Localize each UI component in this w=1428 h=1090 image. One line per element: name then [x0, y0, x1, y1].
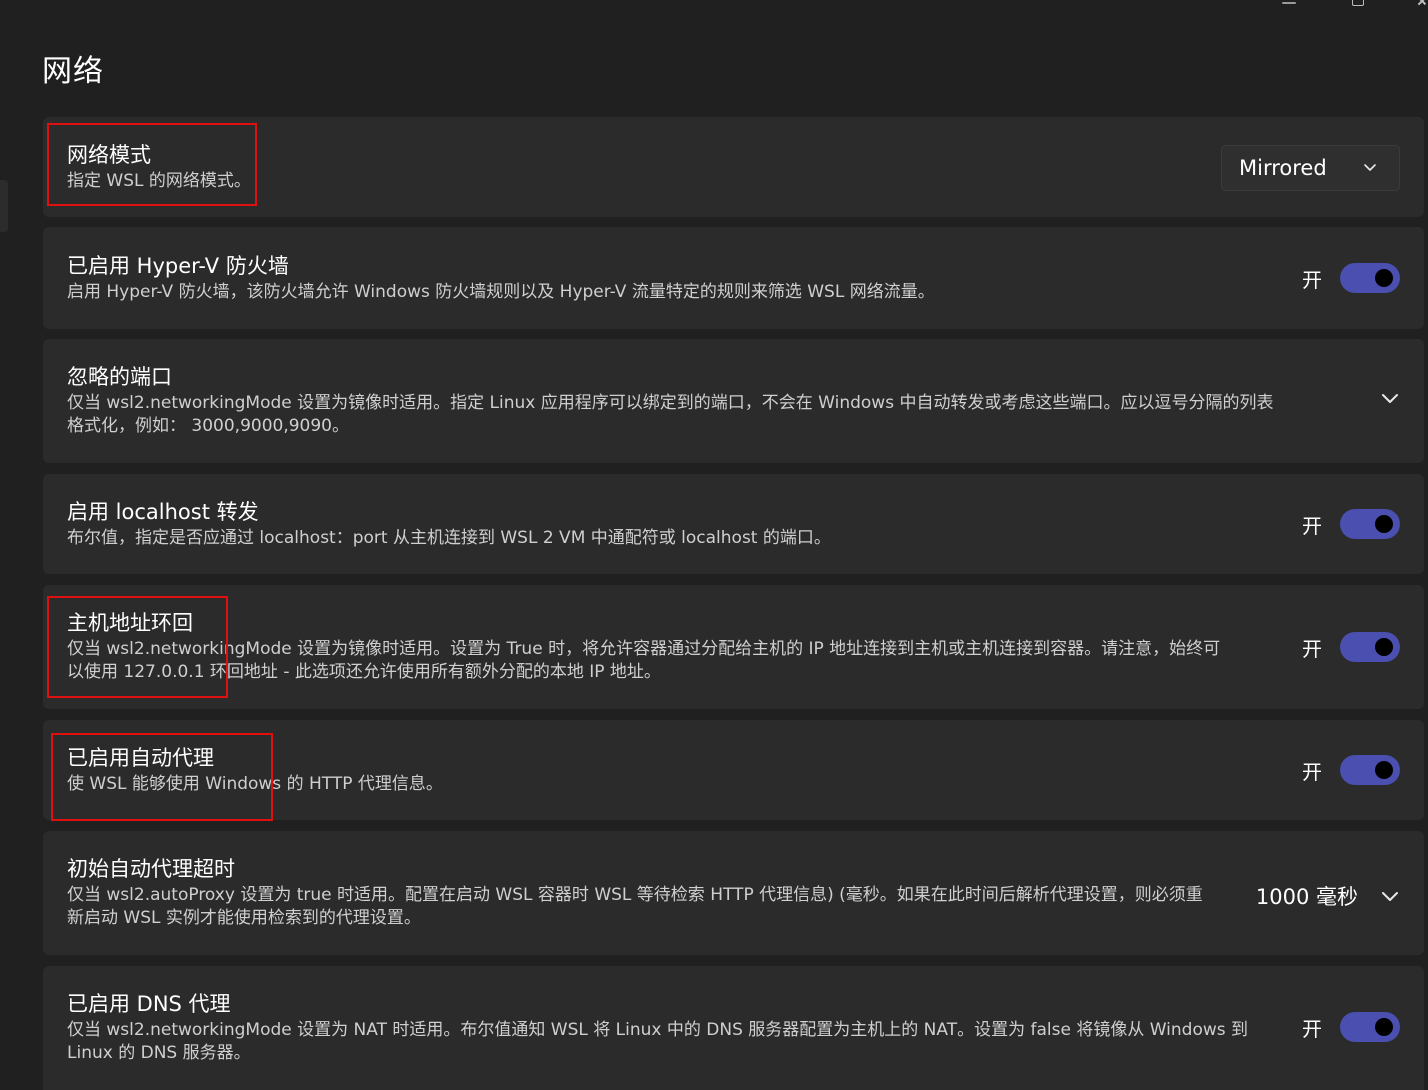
setting-localhost-forwarding: 启用 localhost 转发 布尔值，指定是否应通过 localhost：po…	[43, 474, 1424, 574]
localhost-forwarding-toggle[interactable]	[1340, 509, 1400, 539]
ignored-ports-expander[interactable]	[1380, 391, 1400, 405]
title-bar	[0, 0, 1428, 12]
toggle-control[interactable]: 开	[1302, 1012, 1400, 1042]
setting-description: 仅当 wsl2.autoProxy 设置为 true 时适用。配置在启动 WSL…	[67, 884, 1203, 930]
setting-host-address-loopback: 主机地址环回 仅当 wsl2.networkingMode 设置为镜像时适用。设…	[43, 585, 1424, 709]
host-loopback-toggle[interactable]	[1340, 632, 1400, 662]
toggle-control[interactable]: 开	[1302, 263, 1400, 293]
nav-scroll-indicator[interactable]	[0, 180, 8, 232]
setting-title: 启用 localhost 转发	[67, 499, 259, 524]
minimize-icon[interactable]	[1282, 2, 1296, 4]
setting-description: 启用 Hyper-V 防火墙，该防火墙允许 Windows 防火墙规则以及 Hy…	[67, 281, 935, 302]
setting-description: 布尔值，指定是否应通过 localhost：port 从主机连接到 WSL 2 …	[67, 527, 831, 548]
setting-description: 指定 WSL 的网络模式。	[67, 170, 251, 191]
toggle-state-label: 开	[1302, 759, 1322, 784]
close-icon[interactable]	[1416, 0, 1428, 8]
toggle-state-label: 开	[1302, 1016, 1322, 1041]
toggle-state-label: 开	[1302, 267, 1322, 292]
toggle-state-label: 开	[1302, 513, 1322, 538]
dropdown-value: Mirrored	[1239, 156, 1327, 180]
setting-ignored-ports[interactable]: 忽略的端口 仅当 wsl2.networkingMode 设置为镜像时适用。指定…	[43, 339, 1424, 463]
setting-networking-mode: 网络模式 指定 WSL 的网络模式。 Mirrored	[43, 117, 1424, 217]
chevron-down-icon	[1382, 892, 1398, 901]
setting-description: 仅当 wsl2.networkingMode 设置为镜像时适用。设置为 True…	[67, 638, 1220, 684]
setting-title: 网络模式	[67, 142, 151, 167]
setting-description: 仅当 wsl2.networkingMode 设置为镜像时适用。指定 Linux…	[67, 392, 1273, 438]
setting-description: 仅当 wsl2.networkingMode 设置为 NAT 时适用。布尔值通知…	[67, 1019, 1248, 1065]
toggle-knob	[1375, 515, 1393, 533]
setting-dns-proxy: 已启用 DNS 代理 仅当 wsl2.networkingMode 设置为 NA…	[43, 966, 1424, 1090]
description-line: 格式化，例如： 3000,9000,9090。	[67, 416, 350, 436]
setting-title: 已启用自动代理	[67, 745, 214, 770]
chevron-down-icon	[1364, 164, 1376, 171]
toggle-control[interactable]: 开	[1302, 632, 1400, 662]
toggle-knob	[1375, 269, 1393, 287]
networking-mode-dropdown[interactable]: Mirrored	[1221, 145, 1400, 191]
setting-title: 主机地址环回	[67, 611, 193, 635]
description-line: 仅当 wsl2.networkingMode 设置为镜像时适用。设置为 True…	[67, 639, 1221, 659]
page-title: 网络	[42, 54, 104, 89]
setting-auto-proxy: 已启用自动代理 使 WSL 能够使用 Windows 的 HTTP 代理信息。 …	[43, 720, 1424, 820]
expander-value: 1000 毫秒	[1255, 885, 1358, 909]
setting-title: 已启用 Hyper-V 防火墙	[67, 253, 289, 278]
setting-hyperv-firewall: 已启用 Hyper-V 防火墙 启用 Hyper-V 防火墙，该防火墙允许 Wi…	[43, 227, 1424, 329]
toggle-knob	[1375, 761, 1393, 779]
auto-proxy-timeout-expander[interactable]: 1000 毫秒	[1256, 881, 1400, 911]
description-line: Linux 的 DNS 服务器。	[67, 1043, 251, 1063]
description-line: 仅当 wsl2.autoProxy 设置为 true 时适用。配置在启动 WSL…	[67, 885, 1203, 905]
setting-description: 使 WSL 能够使用 Windows 的 HTTP 代理信息。	[67, 773, 443, 794]
toggle-control[interactable]: 开	[1302, 509, 1400, 539]
description-line: 以使用 127.0.0.1 环回地址 - 此选项还允许使用所有额外分配的本地 I…	[67, 662, 661, 682]
auto-proxy-toggle[interactable]	[1340, 755, 1400, 785]
toggle-state-label: 开	[1302, 636, 1322, 661]
setting-title: 已启用 DNS 代理	[67, 992, 231, 1016]
description-line: 新启动 WSL 实例才能使用检索到的代理设置。	[67, 908, 421, 928]
toggle-knob	[1375, 1018, 1393, 1036]
chevron-down-icon	[1382, 394, 1398, 403]
toggle-knob	[1375, 638, 1393, 656]
maximize-icon[interactable]	[1352, 0, 1364, 6]
description-line: 仅当 wsl2.networkingMode 设置为镜像时适用。指定 Linux…	[67, 393, 1274, 413]
setting-auto-proxy-timeout[interactable]: 初始自动代理超时 仅当 wsl2.autoProxy 设置为 true 时适用。…	[43, 831, 1424, 955]
toggle-control[interactable]: 开	[1302, 755, 1400, 785]
hyperv-firewall-toggle[interactable]	[1340, 263, 1400, 293]
setting-title: 忽略的端口	[67, 365, 172, 389]
setting-title: 初始自动代理超时	[67, 857, 235, 881]
dns-proxy-toggle[interactable]	[1340, 1012, 1400, 1042]
description-line: 仅当 wsl2.networkingMode 设置为 NAT 时适用。布尔值通知…	[67, 1020, 1249, 1040]
